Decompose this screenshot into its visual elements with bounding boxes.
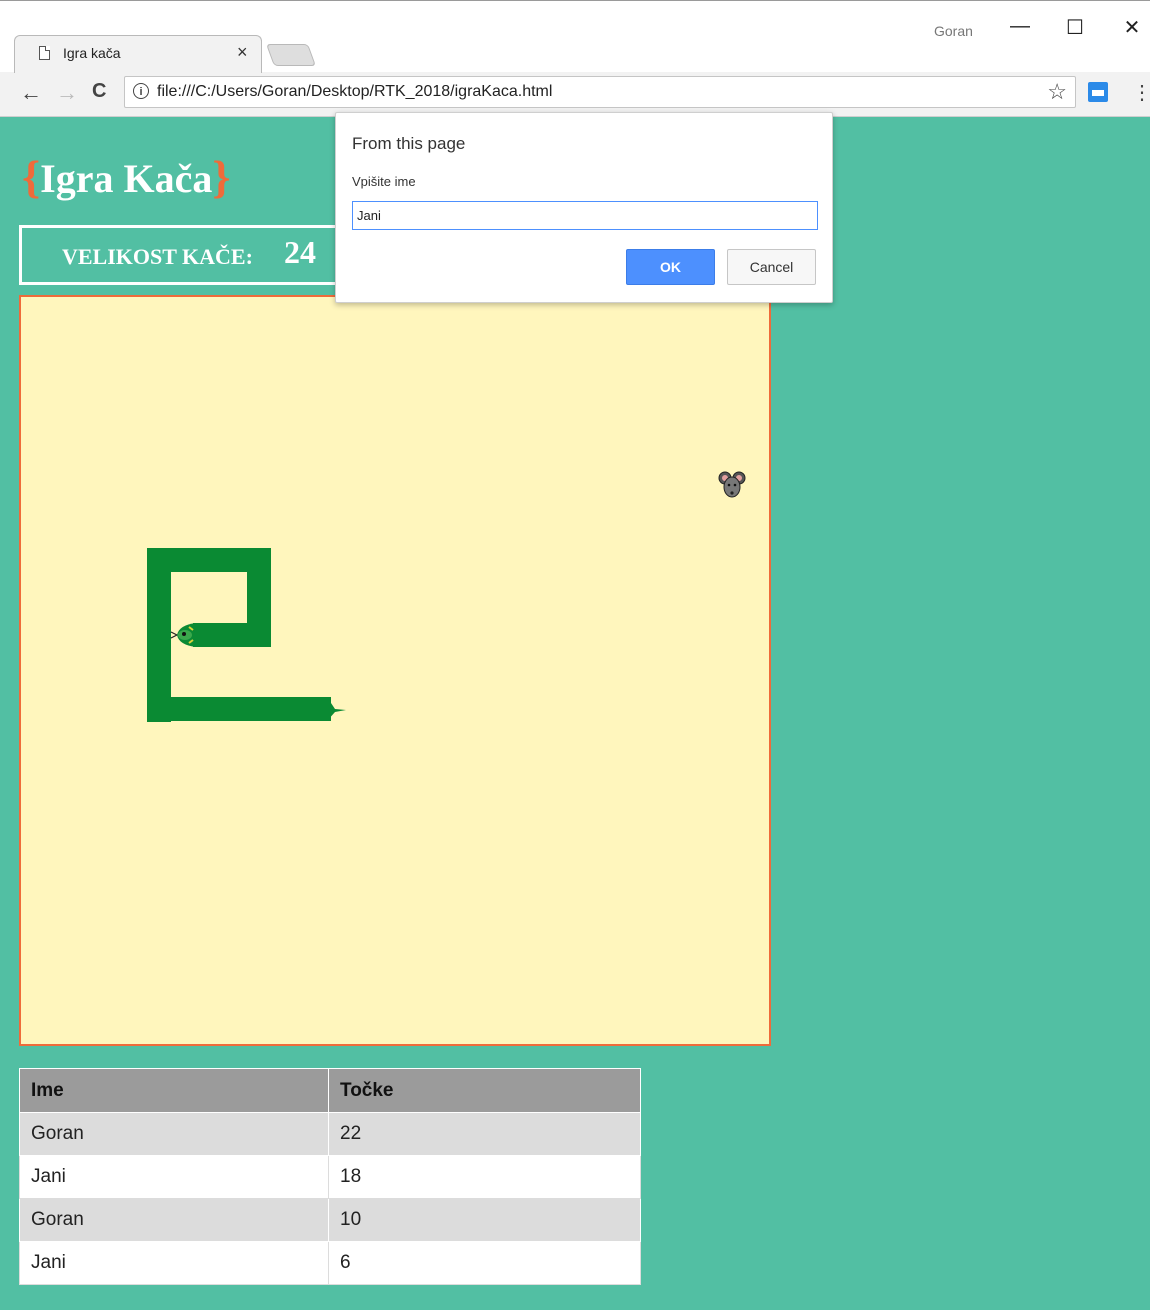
title-brace-open: { (22, 151, 41, 202)
tab-strip: Igra kača × Goran — ☐ ✕ (0, 0, 1150, 73)
snake-segment (193, 623, 271, 647)
tab-igra-kaca[interactable]: Igra kača × (14, 35, 262, 73)
cell-name: Goran (19, 1198, 329, 1242)
header-tocke: Točke (328, 1068, 641, 1113)
browser-chrome: Igra kača × Goran — ☐ ✕ ← → C i file:///… (0, 0, 1150, 117)
prompt-dialog: From this page Vpišite ime OK Cancel (335, 112, 833, 303)
snake-segment (147, 697, 331, 721)
cancel-button[interactable]: Cancel (727, 249, 816, 285)
browser-toolbar: ← → C i file:///C:/Users/Goran/Desktop/R… (0, 72, 1150, 116)
cell-points: 18 (328, 1155, 641, 1199)
dialog-title: From this page (352, 134, 466, 153)
forward-icon[interactable]: → (56, 80, 78, 106)
title-text: Igra Kača (40, 156, 213, 201)
table-row: Jani 6 (19, 1241, 641, 1285)
snake-size-panel: VELIKOST KAČE: 24 (19, 225, 349, 285)
score-header-row: Ime Točke (19, 1068, 641, 1113)
address-bar[interactable]: i file:///C:/Users/Goran/Desktop/RTK_201… (124, 76, 1076, 108)
tab-close-icon[interactable]: × (237, 42, 248, 63)
cell-points: 22 (328, 1112, 641, 1156)
extension-icon[interactable] (1088, 82, 1108, 102)
snake-size-value: 24 (284, 234, 316, 270)
back-icon[interactable]: ← (20, 80, 42, 106)
snake-segment (147, 548, 171, 722)
minimize-icon[interactable]: — (1005, 15, 1035, 38)
table-row: Jani 18 (19, 1155, 641, 1199)
game-board[interactable] (19, 295, 771, 1046)
page-title: {Igra Kača} (22, 150, 230, 203)
mouse-icon (718, 471, 746, 498)
url-text: file:///C:/Users/Goran/Desktop/RTK_2018/… (157, 83, 553, 100)
name-input[interactable] (352, 201, 818, 230)
snake-head (170, 623, 196, 647)
info-icon[interactable]: i (133, 83, 149, 99)
score-table: Ime Točke Goran 22 Jani 18 Goran 10 Jani… (19, 1068, 641, 1285)
new-tab-button[interactable] (265, 44, 317, 66)
close-window-icon[interactable]: ✕ (1117, 15, 1147, 40)
tab-title: Igra kača (63, 45, 121, 61)
cell-points: 6 (328, 1241, 641, 1285)
title-brace-close: } (212, 151, 231, 202)
header-ime: Ime (19, 1068, 329, 1113)
table-row: Goran 22 (19, 1112, 641, 1156)
bookmark-star-icon[interactable]: ☆ (1047, 79, 1067, 105)
cell-name: Jani (19, 1241, 329, 1285)
ok-button[interactable]: OK (626, 249, 715, 285)
profile-name[interactable]: Goran (934, 23, 973, 39)
page-icon (39, 46, 50, 60)
reload-icon[interactable]: C (92, 80, 106, 103)
dialog-message: Vpišite ime (352, 174, 416, 189)
snake-size-label: VELIKOST KAČE: (62, 244, 253, 269)
table-row: Goran 10 (19, 1198, 641, 1242)
cell-name: Goran (19, 1112, 329, 1156)
maximize-icon[interactable]: ☐ (1060, 15, 1090, 40)
game-canvas (147, 471, 746, 722)
cell-points: 10 (328, 1198, 641, 1242)
cell-name: Jani (19, 1155, 329, 1199)
menu-icon[interactable]: ⋮ (1132, 80, 1150, 105)
